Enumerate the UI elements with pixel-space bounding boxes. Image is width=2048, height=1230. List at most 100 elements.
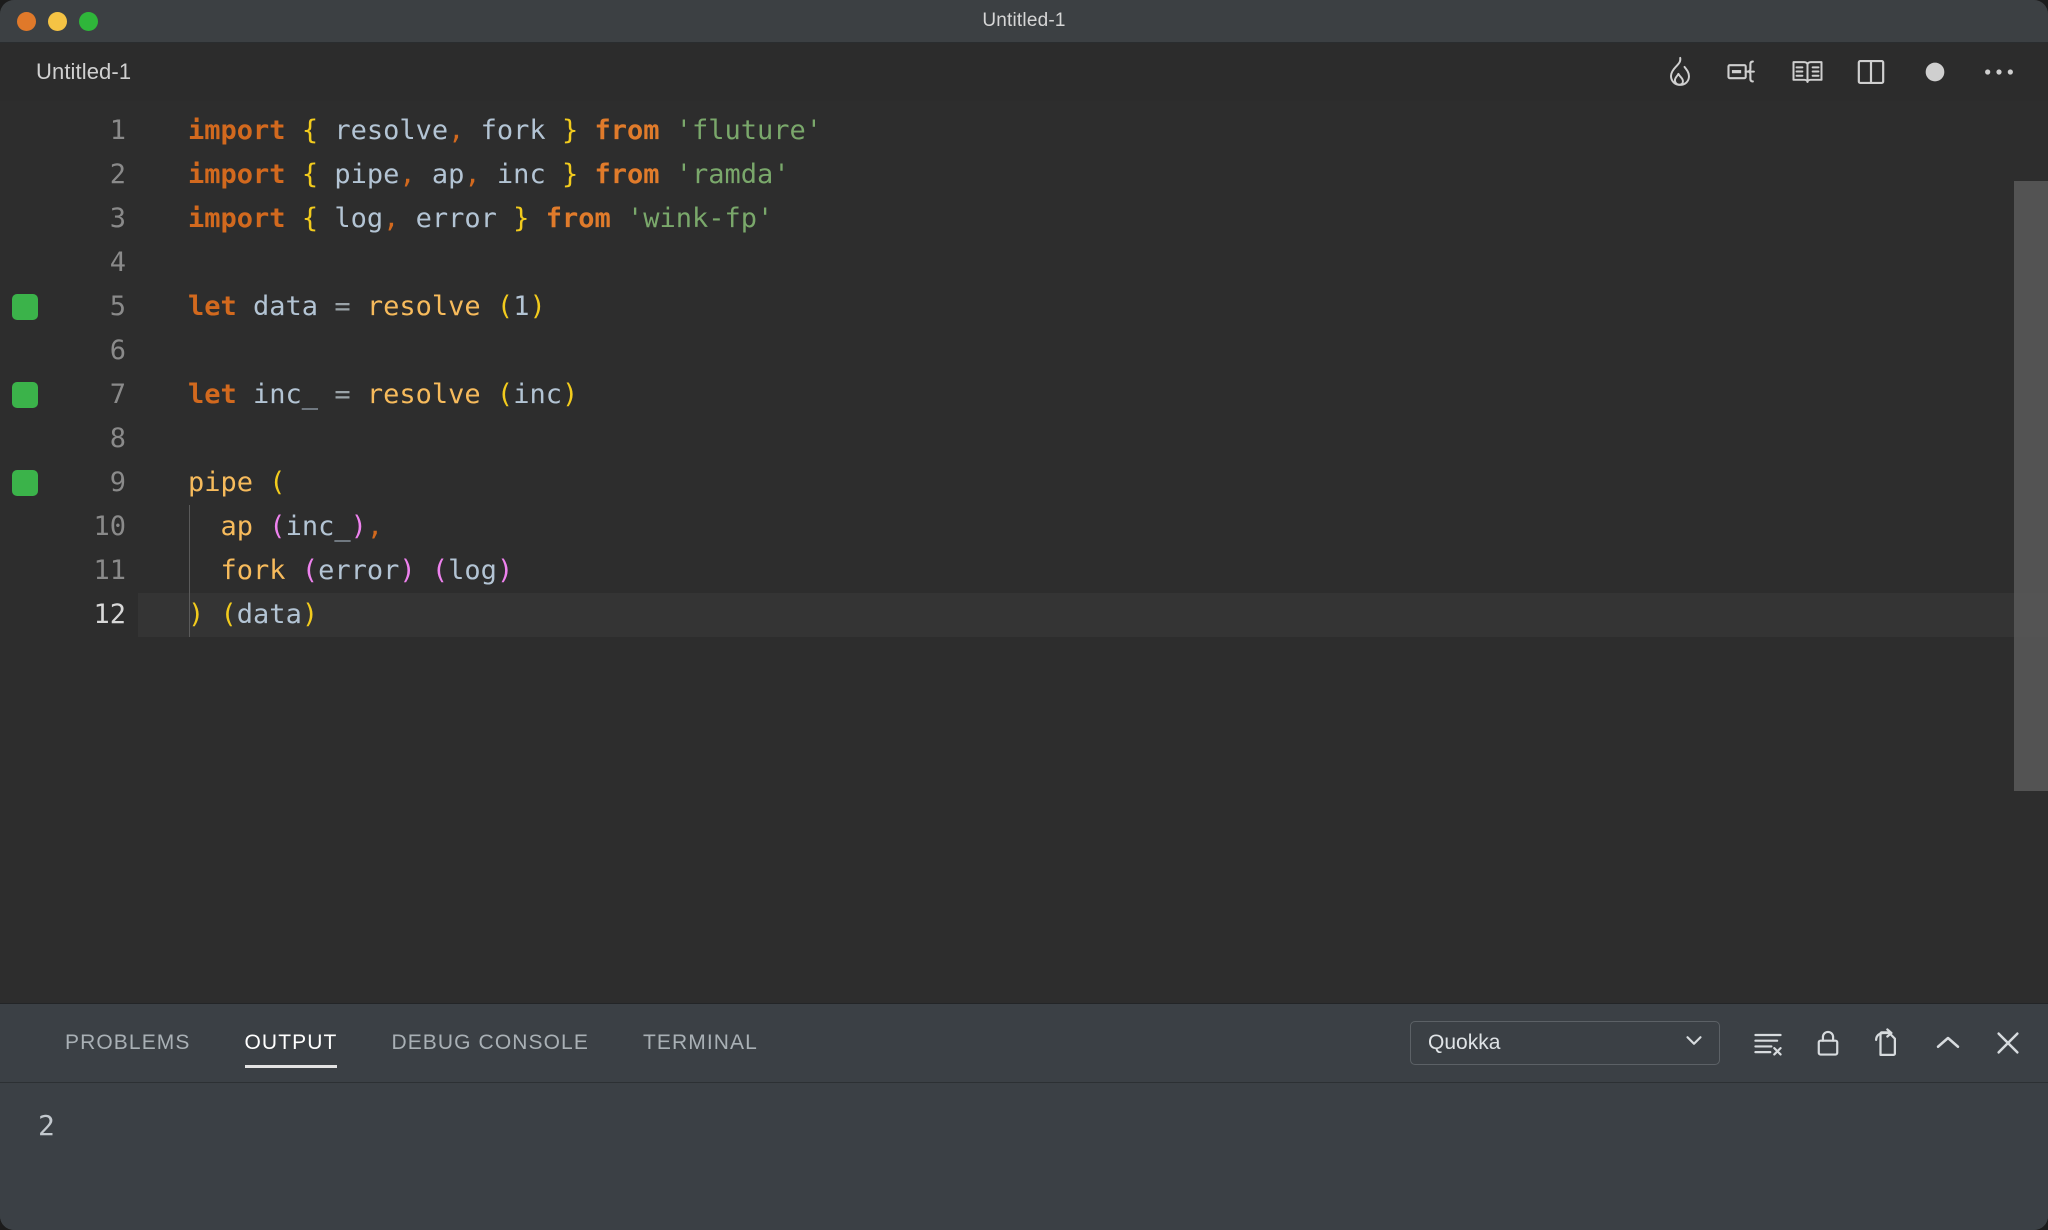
- code-token: inc: [480, 159, 562, 190]
- code-line-content: fork (error) (log): [138, 549, 2048, 593]
- output-channel-select[interactable]: Quokka: [1410, 1021, 1720, 1065]
- code-token: from: [594, 115, 660, 146]
- editor-tab-untitled-1[interactable]: Untitled-1: [0, 43, 158, 101]
- code-token: error: [318, 555, 400, 586]
- code-token: import: [188, 115, 286, 146]
- editor-tab-label: Untitled-1: [36, 59, 132, 84]
- panel-header-right: Quokka: [1410, 1021, 2026, 1065]
- panel-tab-output[interactable]: OUTPUT: [218, 1004, 365, 1082]
- code-line[interactable]: 8: [0, 417, 2048, 461]
- close-panel-icon[interactable]: [1990, 1025, 2026, 1061]
- code-token: (: [496, 379, 514, 410]
- lock-scroll-icon[interactable]: [1810, 1025, 1846, 1061]
- code-line[interactable]: 9 pipe (: [0, 461, 2048, 505]
- code-token: data: [236, 599, 302, 630]
- panel-tab-debug-console[interactable]: DEBUG CONSOLE: [364, 1004, 616, 1082]
- output-line: 2: [38, 1109, 55, 1142]
- code-line[interactable]: 5 let data = resolve (1): [0, 285, 2048, 329]
- code-line-content: ) (data): [138, 593, 2048, 637]
- code-line[interactable]: 6: [0, 329, 2048, 373]
- code-line[interactable]: 7 let inc_ = resolve (inc): [0, 373, 2048, 417]
- run-code-icon[interactable]: [1724, 53, 1762, 91]
- code-token: ): [301, 599, 319, 630]
- code-token: let: [188, 379, 237, 410]
- line-number: 1: [109, 115, 126, 146]
- code-token: fork: [220, 555, 286, 586]
- code-token: pipe: [188, 467, 254, 498]
- code-line[interactable]: 3 import { log, error } from 'wink-fp': [0, 197, 2048, 241]
- code-token: (: [301, 555, 319, 586]
- editor-vertical-scrollbar[interactable]: [2014, 181, 2048, 791]
- panel-header: PROBLEMS OUTPUT DEBUG CONSOLE TERMINAL Quok…: [0, 1004, 2048, 1082]
- panel-tab-terminal[interactable]: TERMINAL: [616, 1004, 785, 1082]
- clear-output-icon[interactable]: [1750, 1025, 1786, 1061]
- split-editor-icon[interactable]: [1852, 53, 1890, 91]
- code-token: (: [269, 467, 286, 498]
- code-line-content: import { log, error } from 'wink-fp': [138, 197, 2048, 241]
- open-preview-icon[interactable]: [1788, 53, 1826, 91]
- code-token: error: [399, 203, 514, 234]
- panel-tab-problems[interactable]: PROBLEMS: [38, 1004, 218, 1082]
- close-window-button[interactable]: [17, 11, 36, 31]
- code-line[interactable]: 12) (data): [0, 593, 2048, 637]
- quokka-value-indicator[interactable]: [12, 382, 38, 408]
- line-number: 11: [93, 555, 126, 586]
- panel-tab-label: TERMINAL: [642, 1031, 758, 1054]
- editor-window: Untitled-1 Untitled-1 1 import {resolve…: [0, 0, 2048, 1230]
- code-line[interactable]: 2 import { pipe, ap, inc } from 'ramda': [0, 153, 2048, 197]
- code-token: inc_: [285, 511, 351, 542]
- traffic-lights: [17, 11, 98, 31]
- code-lines[interactable]: 1 import { resolve, fork } from 'fluture'…: [0, 101, 2048, 637]
- code-editor[interactable]: 1 import { resolve, fork } from 'fluture'…: [0, 101, 2048, 1003]
- editor-action-bar: [1660, 53, 2018, 91]
- code-line-content: pipe (: [138, 461, 2048, 505]
- code-token: ): [529, 291, 546, 322]
- code-token: inc_: [236, 379, 335, 410]
- code-line[interactable]: 1 import { resolve, fork } from 'fluture': [0, 109, 2048, 153]
- quokka-value-indicator[interactable]: [12, 470, 38, 496]
- editor-tab-bar: Untitled-1: [0, 43, 2048, 101]
- quokka-value-indicator[interactable]: [12, 294, 38, 320]
- code-line[interactable]: 10 ap (inc_),: [0, 505, 2048, 549]
- bottom-panel: PROBLEMS OUTPUT DEBUG CONSOLE TERMINAL Quok…: [0, 1003, 2048, 1230]
- code-token: from: [545, 203, 611, 234]
- code-line[interactable]: 11 fork (error) (log): [0, 549, 2048, 593]
- code-token: (: [496, 291, 514, 322]
- code-token: fork: [464, 115, 562, 146]
- maximize-panel-icon[interactable]: [1930, 1025, 1966, 1061]
- maximize-window-button[interactable]: [79, 11, 98, 31]
- code-token: pipe: [318, 159, 400, 190]
- code-token: 'wink-fp': [627, 203, 774, 234]
- quokka-flame-icon[interactable]: [1660, 53, 1698, 91]
- line-number: 3: [109, 203, 126, 234]
- code-line-content: [138, 241, 2048, 285]
- code-line-content: let data = resolve (1): [138, 285, 2048, 329]
- more-actions-icon[interactable]: [1980, 53, 2018, 91]
- code-token: ap: [415, 159, 465, 190]
- output-panel-body[interactable]: 2: [0, 1082, 2048, 1230]
- panel-action-icons: [1750, 1025, 2026, 1061]
- code-token: (: [220, 599, 237, 630]
- open-in-editor-icon[interactable]: [1870, 1025, 1906, 1061]
- code-token: }: [561, 115, 579, 146]
- record-dot-icon[interactable]: [1916, 53, 1954, 91]
- code-line-content: let inc_ = resolve (inc): [138, 373, 2048, 417]
- panel-tab-list: PROBLEMS OUTPUT DEBUG CONSOLE TERMINAL: [38, 1004, 785, 1082]
- code-line[interactable]: 4: [0, 241, 2048, 285]
- code-token: resolve: [366, 291, 481, 322]
- code-token: inc: [513, 379, 562, 410]
- minimize-window-button[interactable]: [48, 11, 67, 31]
